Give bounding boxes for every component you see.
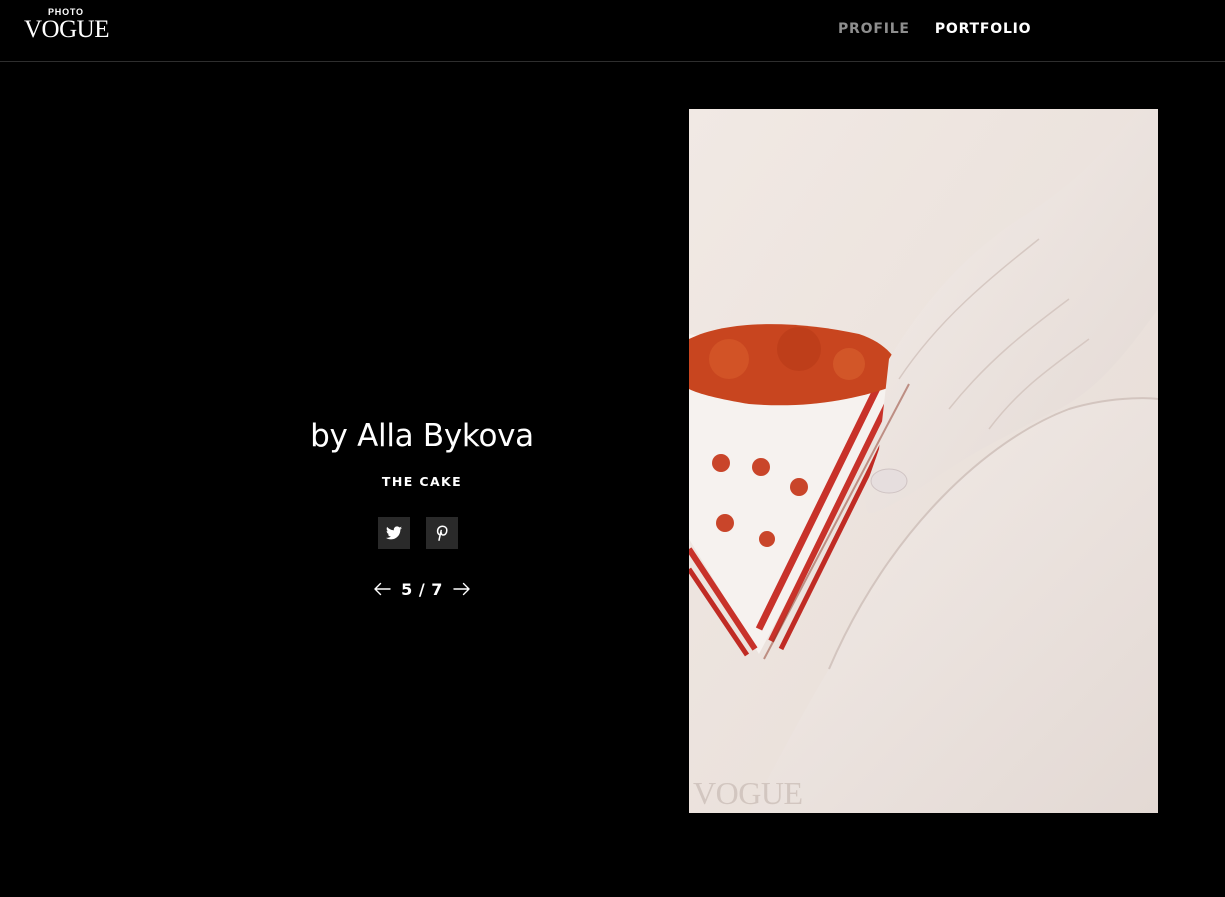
portfolio-photo[interactable]: VOGUE bbox=[689, 109, 1158, 813]
photo-vogue-logo[interactable]: PHOTO VOGUE bbox=[24, 6, 110, 46]
nav-profile[interactable]: PROFILE bbox=[838, 21, 910, 37]
twitter-share-button[interactable] bbox=[378, 517, 410, 549]
series-title[interactable]: THE CAKE bbox=[222, 474, 622, 489]
pinterest-icon bbox=[436, 525, 448, 541]
photo-pager: 5 / 7 bbox=[372, 577, 472, 601]
share-buttons bbox=[378, 517, 458, 549]
photo-info: by Alla Bykova THE CAKE bbox=[222, 414, 622, 489]
prev-photo-button[interactable] bbox=[373, 582, 391, 596]
pinterest-share-button[interactable] bbox=[426, 517, 458, 549]
author-title: by Alla Bykova bbox=[310, 418, 534, 454]
photo-counter: 5 / 7 bbox=[401, 579, 443, 599]
nav-portfolio[interactable]: PORTFOLIO bbox=[935, 21, 1032, 37]
site-header: PHOTO VOGUE PROFILE PORTFOLIO bbox=[0, 0, 1225, 62]
cake-photo-illustration bbox=[689, 109, 1158, 813]
logo-big-text: VOGUE bbox=[24, 16, 110, 43]
twitter-icon bbox=[386, 526, 402, 540]
next-photo-button[interactable] bbox=[453, 582, 471, 596]
arrow-left-icon bbox=[374, 582, 391, 596]
main-nav: PROFILE PORTFOLIO bbox=[838, 21, 1031, 37]
vogue-watermark: VOGUE bbox=[693, 775, 803, 811]
arrow-right-icon bbox=[453, 582, 470, 596]
